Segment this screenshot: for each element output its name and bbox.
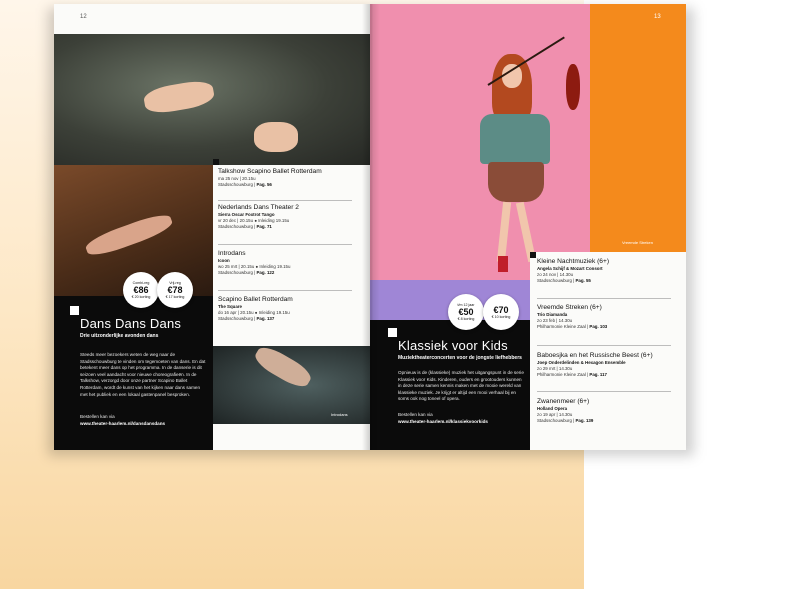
speech-icon: ● [254, 218, 257, 223]
photo-caption: Introdans [331, 412, 348, 417]
divider [218, 244, 352, 245]
event-item: Kleine Nachtmuziek (6+) Angela Schijf & … [537, 258, 610, 283]
order-link[interactable]: www.theater-haarlem.nl/dansdansdans [80, 421, 165, 428]
orange-backdrop [590, 4, 686, 252]
speech-icon: ● [255, 264, 259, 269]
divider [537, 298, 671, 299]
dancer-photo-bottom: Introdans [213, 342, 370, 424]
order-link[interactable]: www.theater-haarlem.nl/klassiekvoorkids [398, 419, 488, 426]
red-sock [498, 256, 508, 272]
divider [218, 200, 352, 201]
section-marker [70, 306, 79, 315]
girl-skirt [488, 162, 544, 202]
left-page: 12 Introdans Dans Dans Dans Drie uitzond… [54, 4, 370, 450]
price-bubble: Vrij-reg €78 € 17 korting [157, 272, 193, 308]
price-bubble: t/m 12 jaar €50 € 8 korting [448, 294, 484, 330]
violin-icon [566, 64, 580, 110]
event-item: Scapino Ballet Rotterdam The Square do 1… [218, 296, 293, 321]
order-label: Bestellen kan via [398, 412, 433, 417]
page-number: 12 [80, 14, 87, 20]
page-bottom-strip [213, 424, 370, 450]
section-body: Steeds meer bezoekers weten de weg naar … [80, 352, 206, 397]
event-item: Introdans Icoon wo 25 mrt | 20.15u ● Inl… [218, 250, 291, 275]
price-bubble: €70 € 10 korting [483, 294, 519, 330]
page-number: 13 [654, 14, 661, 20]
price-bubble: Combi-reg €86 € 20 korting [123, 272, 159, 308]
event-item: Nederlands Dans Theater 2 Sierra Oscar F… [218, 204, 299, 229]
divider [537, 391, 671, 392]
dancer-figure [142, 78, 216, 116]
event-item: Vreemde Streken (6+) Trio Diamanda zo 23… [537, 304, 608, 329]
right-page: Vreemde Streken 13 Klassiek voor Kids Mu… [370, 4, 686, 450]
section-title: Klassiek voor Kids [398, 338, 508, 353]
event-item: Zwanenmeer (6+) Holland Opera zo 19 apr … [537, 398, 594, 423]
brochure-spread-scene: 12 Introdans Dans Dans Dans Drie uitzond… [0, 0, 800, 589]
event-item: Baboesjka en het Russische Beest (6+) Jo… [537, 352, 653, 377]
speech-icon: ● [254, 310, 258, 315]
dancer-figure [83, 210, 175, 260]
divider [537, 345, 671, 346]
section-marker [388, 328, 397, 337]
event-item: Talkshow Scapino Ballet Rotterdam ma 25 … [218, 168, 322, 187]
section-body: Opnieuw is de (klassieke) muziek het uit… [398, 370, 524, 402]
section-title: Dans Dans Dans [80, 316, 182, 331]
order-label: Bestellen kan via [80, 414, 115, 419]
dancers-photo-top [54, 34, 370, 165]
promo-panel: Klassiek voor Kids Muziektheaterconcerte… [370, 320, 530, 450]
section-subtitle: Drie uitzonderlijke avonden dans [80, 333, 159, 339]
dancer-figure [251, 342, 315, 392]
photo-caption: Vreemde Streken [622, 240, 653, 245]
section-subtitle: Muziektheaterconcerten voor de jongste l… [398, 355, 522, 361]
list-marker [213, 159, 219, 165]
divider [218, 290, 352, 291]
list-marker [530, 252, 536, 258]
promo-panel: Dans Dans Dans Drie uitzonderlijke avond… [54, 296, 213, 450]
dancer-figure [254, 122, 298, 152]
girl-coat [480, 114, 550, 164]
